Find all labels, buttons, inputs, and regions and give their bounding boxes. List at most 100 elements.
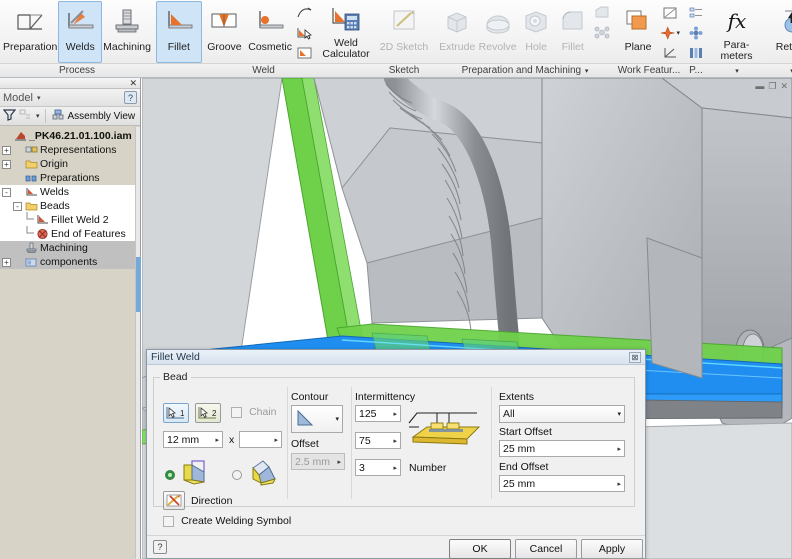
ok-button[interactable]: OK (449, 539, 511, 559)
groove-button[interactable]: Groove (202, 1, 248, 63)
fillet-feature-button[interactable]: Fillet (554, 1, 591, 63)
weld-symbol-icon[interactable] (293, 43, 315, 62)
parameters-button[interactable]: fx Para-meters (711, 1, 762, 63)
dialog-close-icon[interactable]: ⊠ (629, 351, 641, 363)
chevron-down-icon[interactable]: ▾ (335, 415, 339, 423)
tree-item-end-of-features[interactable]: End of Features (0, 225, 135, 241)
tree-item-preparations[interactable]: Preparations (0, 171, 135, 185)
2d-sketch-button[interactable]: 2D Sketch (375, 1, 433, 63)
chevron-down-icon[interactable]: ▾ (585, 68, 589, 75)
tree-item-components[interactable]: + components (0, 255, 135, 269)
tree-item-assembly[interactable]: _PK46.21.01.100.iam (0, 129, 135, 143)
weld-select-icon[interactable] (293, 23, 315, 42)
end-offset-spinner[interactable]: ▸ (617, 480, 621, 488)
tree-expander-icon[interactable]: + (2, 257, 11, 267)
pattern-icon[interactable] (591, 23, 613, 42)
cancel-button[interactable]: Cancel (515, 539, 577, 559)
chevron-down-icon[interactable]: ▾ (37, 94, 41, 102)
plane-button[interactable]: Plane (617, 1, 659, 63)
minimize-icon[interactable]: ▬ (755, 81, 764, 91)
ribbon-group-work-features: Plane ▾ Work Featur... (615, 0, 683, 77)
start-offset-spinner[interactable]: ▸ (617, 445, 621, 453)
assembly-view-icon[interactable] (51, 108, 65, 124)
bead-size-1-field[interactable]: 12 mm ▸ (163, 431, 223, 448)
model-browser-panel: ✕ Model ▾ ? ▾ Assembly View _PK46.21.01.… (0, 78, 141, 559)
bead-size-2-field[interactable]: ▸ (239, 431, 282, 448)
offset-spinner[interactable]: ▸ (337, 458, 341, 466)
fillet-weld-dialog[interactable]: Fillet Weld ⊠ Bead 1 2 Chain 12 mm ▸ x ▸… (146, 349, 646, 559)
select-1-button[interactable]: 1 (163, 403, 189, 423)
tree-item-fillet-weld-2[interactable]: Fillet Weld 2 (0, 211, 135, 227)
start-offset-field[interactable]: 25 mm ▸ (499, 440, 625, 457)
extents-combo[interactable]: All ▾ (499, 405, 625, 423)
tree-item-machining[interactable]: Machining (0, 241, 135, 255)
offset-field[interactable]: 2.5 mm ▸ (291, 453, 345, 470)
extrude-button[interactable]: Extrude (437, 1, 477, 63)
tree-expander-icon[interactable]: - (13, 201, 22, 211)
tree-expander-icon[interactable]: - (2, 187, 11, 197)
apply-button[interactable]: Apply (581, 539, 643, 559)
tree-item-beads[interactable]: - Beads (0, 199, 135, 213)
welds-button[interactable]: Welds (58, 1, 103, 63)
close-icon[interactable]: ✕ (780, 81, 788, 91)
select-2-button[interactable]: 2 (195, 403, 221, 423)
filter-icon[interactable] (2, 108, 17, 124)
chevron-down-icon[interactable]: ▾ (735, 68, 739, 75)
tree-expander-icon[interactable]: + (2, 145, 11, 155)
chevron-down-icon[interactable]: ▾ (617, 410, 621, 418)
restore-icon[interactable]: ❐ (768, 81, 776, 91)
assembly-view-label[interactable]: Assembly View (68, 111, 136, 122)
work-plane-small-icon[interactable] (659, 3, 681, 22)
tree-item-welds[interactable]: - Welds (0, 185, 135, 199)
weld-orientation-option-1[interactable] (165, 459, 214, 490)
browser-vertical-scrollbar[interactable] (135, 127, 141, 559)
chain-checkbox-row[interactable]: Chain (231, 406, 277, 418)
parameter-list-icon[interactable] (685, 3, 707, 22)
fx-parameters-icon: fx (721, 5, 753, 37)
work-point-icon[interactable]: ▾ (659, 23, 681, 42)
dialog-title-bar[interactable]: Fillet Weld ⊠ (147, 350, 645, 365)
browser-help-icon[interactable]: ? (124, 91, 137, 104)
model-tree[interactable]: _PK46.21.01.100.iam + Representations + (0, 127, 135, 559)
intermittency-pitch-field[interactable]: 75 ▸ (355, 432, 401, 449)
sort-chevron-down-icon[interactable]: ▾ (36, 112, 40, 120)
hole-button[interactable]: Hole (518, 1, 555, 63)
intermittency-pitch-spinner[interactable]: ▸ (393, 437, 397, 445)
intermittency-number-field[interactable]: 3 ▸ (355, 459, 401, 476)
direction-row[interactable]: Direction (163, 491, 232, 510)
end-offset-field[interactable]: 25 mm ▸ (499, 475, 625, 492)
revolve-button[interactable]: Revolve (477, 1, 517, 63)
fillet-button[interactable]: Fillet (156, 1, 202, 63)
material-icon[interactable] (685, 23, 707, 42)
work-axis-icon[interactable] (659, 43, 681, 62)
return-button[interactable]: Return (766, 1, 792, 63)
intermittency-length-field[interactable]: 125 ▸ (355, 405, 401, 422)
weld-orientation-option-2[interactable] (232, 459, 281, 490)
intermittency-number-spinner[interactable]: ▸ (393, 464, 397, 472)
weld-calculator-button[interactable]: Weld Calculator ▾ (321, 1, 371, 70)
intermittency-length-spinner[interactable]: ▸ (393, 410, 397, 418)
direction-button[interactable] (163, 491, 185, 510)
orientation-radio-1[interactable] (165, 469, 175, 480)
scrollbar-thumb[interactable] (136, 257, 141, 312)
chain-checkbox[interactable] (231, 406, 242, 418)
dialog-help-icon[interactable]: ? (153, 540, 167, 554)
orientation-radio-2[interactable] (232, 469, 242, 480)
bead-size-2-spinner[interactable]: ▸ (274, 436, 278, 444)
create-welding-symbol-row[interactable]: Create Welding Symbol (163, 515, 291, 527)
tree-expander-icon[interactable]: + (2, 159, 11, 169)
ipart-icon[interactable] (685, 43, 707, 62)
contour-combo[interactable]: ▾ (291, 405, 343, 433)
chamfer-icon[interactable] (591, 3, 613, 22)
sort-icon[interactable] (19, 108, 32, 124)
machining-button[interactable]: Machining (102, 1, 152, 63)
chevron-down-icon[interactable]: ▾ (676, 29, 680, 37)
bead-size-1-spinner[interactable]: ▸ (215, 436, 219, 444)
preparation-button[interactable]: Preparation (2, 1, 58, 63)
browser-close-icon[interactable]: ✕ (129, 78, 137, 88)
cosmetic-button[interactable]: Cosmetic (247, 1, 293, 63)
create-welding-symbol-checkbox[interactable] (163, 515, 174, 527)
weld-curve-icon[interactable] (293, 3, 315, 22)
tree-item-origin[interactable]: + Origin (0, 157, 135, 171)
tree-item-representations[interactable]: + Representations (0, 143, 135, 157)
